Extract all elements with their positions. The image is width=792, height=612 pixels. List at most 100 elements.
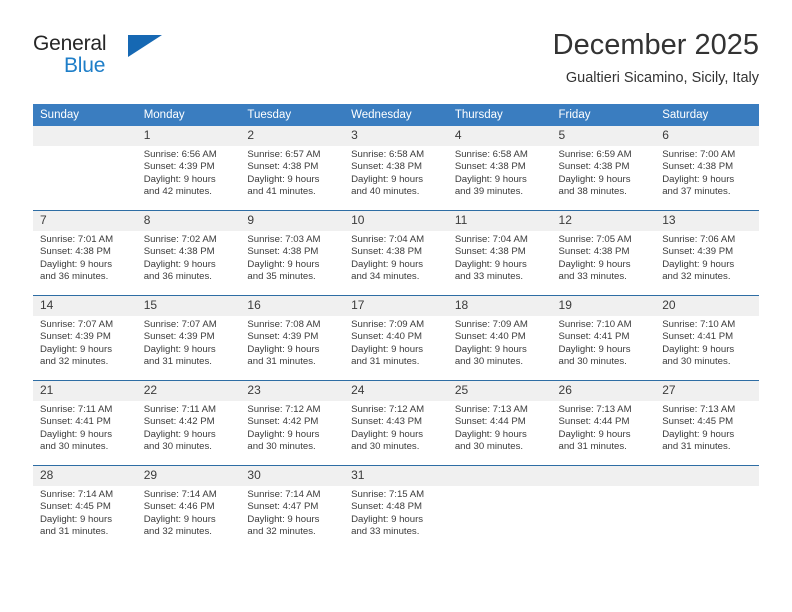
calendar-day-cell[interactable]: 7 Sunrise: 7:01 AM Sunset: 4:38 PM Daylight… <box>33 210 137 296</box>
day-info-line: Sunrise: 7:05 AM <box>558 234 632 245</box>
day-info-line: Sunrise: 7:14 AM <box>40 489 114 500</box>
day-info-line: Daylight: 9 hours <box>143 258 216 270</box>
day-info-line: Daylight: 9 hours <box>143 428 216 440</box>
calendar-day-cell[interactable]: 16 Sunrise: 7:08 AM Sunset: 4:39 PM Dayligh… <box>240 295 345 381</box>
day-info-line: Daylight: 9 hours <box>247 428 320 440</box>
calendar-day-cell[interactable]: 23 Sunrise: 7:12 AM Sunset: 4:42 PM Dayligh… <box>240 380 345 466</box>
day-number: 14 <box>33 296 137 316</box>
calendar-day-cell[interactable]: 9 Sunrise: 7:03 AM Sunset: 4:38 PM Daylight… <box>240 210 345 296</box>
calendar-day-cell[interactable]: 15 Sunrise: 7:07 AM Sunset: 4:39 PM Dayligh… <box>136 295 241 381</box>
day-info-line: Sunset: 4:45 PM <box>662 416 734 428</box>
weekday-header-sunday: Sunday <box>33 104 137 126</box>
day-sun-info: Sunrise: 7:00 AM Sunset: 4:38 PM Daylight:… <box>655 146 759 198</box>
day-sun-info: Sunrise: 7:13 AM Sunset: 4:44 PM Daylight:… <box>552 401 656 453</box>
day-info-line: Sunset: 4:38 PM <box>454 246 526 258</box>
day-number: 23 <box>240 381 345 401</box>
day-info-line: Daylight: 9 hours <box>247 173 320 185</box>
day-info-line: Sunrise: 7:15 AM <box>351 489 425 500</box>
calendar-day-cell[interactable]: 6 Sunrise: 7:00 AM Sunset: 4:38 PM Daylight… <box>655 126 759 211</box>
weekday-header-saturday: Saturday <box>655 104 759 126</box>
day-info-line: Sunset: 4:38 PM <box>351 246 423 258</box>
day-sun-info: Sunrise: 7:12 AM Sunset: 4:43 PM Daylight:… <box>344 401 448 453</box>
day-info-line: and 31 minutes. <box>247 355 316 367</box>
calendar-day-cell[interactable]: 31 Sunrise: 7:15 AM Sunset: 4:48 PM Dayligh… <box>344 465 448 550</box>
day-sun-info: Sunrise: 7:10 AM Sunset: 4:41 PM Daylight:… <box>552 316 656 368</box>
day-info-line: Sunrise: 6:56 AM <box>143 149 217 160</box>
day-info-line: Sunrise: 7:14 AM <box>247 489 321 500</box>
calendar-week-row: 1 Sunrise: 6:56 AM Sunset: 4:39 PM Daylight… <box>33 126 759 211</box>
day-sun-info: Sunrise: 6:58 AM Sunset: 4:38 PM Daylight:… <box>448 146 552 198</box>
day-sun-info: Sunrise: 7:13 AM Sunset: 4:45 PM Daylight:… <box>655 401 759 453</box>
day-info-line: Daylight: 9 hours <box>558 173 631 185</box>
day-number: 4 <box>447 126 552 146</box>
day-sun-info <box>655 486 759 489</box>
day-info-line: and 32 minutes. <box>40 355 109 367</box>
day-number: 19 <box>551 296 656 316</box>
calendar-day-cell[interactable]: 28 Sunrise: 7:14 AM Sunset: 4:45 PM Dayligh… <box>33 465 137 550</box>
calendar-day-cell[interactable]: 13 Sunrise: 7:06 AM Sunset: 4:39 PM Dayligh… <box>655 210 759 296</box>
day-number: 31 <box>344 466 448 486</box>
calendar-day-cell[interactable]: 30 Sunrise: 7:14 AM Sunset: 4:47 PM Dayligh… <box>240 465 345 550</box>
day-number: 8 <box>136 211 241 231</box>
day-sun-info: Sunrise: 7:07 AM Sunset: 4:39 PM Daylight:… <box>33 316 137 368</box>
logo-triangle-icon <box>128 35 162 57</box>
day-info-line: Sunset: 4:44 PM <box>454 416 526 428</box>
calendar-day-cell[interactable]: 8 Sunrise: 7:02 AM Sunset: 4:38 PM Daylight… <box>136 210 241 296</box>
day-sun-info: Sunrise: 6:58 AM Sunset: 4:38 PM Daylight:… <box>344 146 448 198</box>
calendar-day-cell[interactable]: 25 Sunrise: 7:13 AM Sunset: 4:44 PM Dayligh… <box>447 380 552 466</box>
day-info-line: Sunset: 4:38 PM <box>558 161 630 173</box>
day-number: 6 <box>655 126 759 146</box>
day-info-line: and 31 minutes. <box>351 355 420 367</box>
day-info-line: and 30 minutes. <box>558 355 627 367</box>
day-number: 25 <box>447 381 552 401</box>
day-info-line: Daylight: 9 hours <box>454 173 527 185</box>
generalblue-logo[interactable]: General Blue <box>33 32 163 86</box>
day-info-line: Sunrise: 6:57 AM <box>247 149 321 160</box>
calendar-day-cell[interactable]: 19 Sunrise: 7:10 AM Sunset: 4:41 PM Dayligh… <box>551 295 656 381</box>
calendar-day-cell[interactable]: 26 Sunrise: 7:13 AM Sunset: 4:44 PM Dayligh… <box>551 380 656 466</box>
calendar-day-cell[interactable]: 5 Sunrise: 6:59 AM Sunset: 4:38 PM Daylight… <box>551 126 656 211</box>
day-info-line: Sunset: 4:41 PM <box>558 331 630 343</box>
calendar-day-cell[interactable]: 2 Sunrise: 6:57 AM Sunset: 4:38 PM Daylight… <box>240 126 345 211</box>
calendar-day-cell[interactable]: 10 Sunrise: 7:04 AM Sunset: 4:38 PM Dayligh… <box>344 210 448 296</box>
day-info-line: and 32 minutes. <box>247 525 316 537</box>
day-info-line: Sunrise: 7:08 AM <box>247 319 321 330</box>
day-info-line: Sunrise: 7:13 AM <box>454 404 528 415</box>
page-subtitle: Gualtieri Sicamino, Sicily, Italy <box>565 70 759 86</box>
day-sun-info: Sunrise: 7:07 AM Sunset: 4:39 PM Daylight:… <box>137 316 241 368</box>
calendar-day-cell[interactable]: 18 Sunrise: 7:09 AM Sunset: 4:40 PM Dayligh… <box>447 295 552 381</box>
day-sun-info: Sunrise: 6:57 AM Sunset: 4:38 PM Daylight:… <box>240 146 344 198</box>
day-info-line: Sunset: 4:40 PM <box>351 331 423 343</box>
day-info-line: and 35 minutes. <box>247 270 316 282</box>
calendar-page: General Blue December 2025 Gualtieri Sic… <box>0 0 792 612</box>
calendar-day-cell[interactable]: 3 Sunrise: 6:58 AM Sunset: 4:38 PM Daylight… <box>344 126 448 211</box>
calendar-day-cell[interactable]: 17 Sunrise: 7:09 AM Sunset: 4:40 PM Dayligh… <box>344 295 448 381</box>
day-info-line: Sunrise: 7:13 AM <box>558 404 632 415</box>
calendar-day-cell[interactable]: 22 Sunrise: 7:11 AM Sunset: 4:42 PM Dayligh… <box>136 380 241 466</box>
calendar-day-cell[interactable]: 29 Sunrise: 7:14 AM Sunset: 4:46 PM Dayligh… <box>136 465 241 550</box>
day-info-line: Sunrise: 7:14 AM <box>143 489 217 500</box>
day-info-line: and 30 minutes. <box>40 440 109 452</box>
calendar-day-cell[interactable]: 21 Sunrise: 7:11 AM Sunset: 4:41 PM Dayligh… <box>33 380 137 466</box>
title-block: December 2025 Gualtieri Sicamino, Sicily… <box>553 28 759 88</box>
day-number: 20 <box>655 296 759 316</box>
day-sun-info: Sunrise: 7:14 AM Sunset: 4:46 PM Daylight:… <box>137 486 241 538</box>
day-info-line: and 30 minutes. <box>454 440 524 452</box>
day-sun-info <box>33 146 137 149</box>
day-number <box>655 466 759 486</box>
calendar-day-cell[interactable]: 14 Sunrise: 7:07 AM Sunset: 4:39 PM Dayligh… <box>33 295 137 381</box>
day-info-line: Sunset: 4:42 PM <box>143 416 215 428</box>
calendar-day-cell[interactable]: 27 Sunrise: 7:13 AM Sunset: 4:45 PM Dayligh… <box>655 380 759 466</box>
day-info-line: Daylight: 9 hours <box>351 428 424 440</box>
day-info-line: Daylight: 9 hours <box>558 428 631 440</box>
calendar-day-cell[interactable]: 20 Sunrise: 7:10 AM Sunset: 4:41 PM Dayligh… <box>655 295 759 381</box>
calendar-day-cell[interactable]: 12 Sunrise: 7:05 AM Sunset: 4:38 PM Dayligh… <box>551 210 656 296</box>
day-sun-info: Sunrise: 7:10 AM Sunset: 4:41 PM Daylight:… <box>655 316 759 368</box>
calendar-day-cell[interactable]: 1 Sunrise: 6:56 AM Sunset: 4:39 PM Daylight… <box>136 126 241 211</box>
calendar-grid: Sunday Monday Tuesday Wednesday Thursday Frid… <box>33 104 759 550</box>
day-sun-info: Sunrise: 7:04 AM Sunset: 4:38 PM Daylight:… <box>344 231 448 283</box>
day-info-line: Sunset: 4:39 PM <box>40 331 111 343</box>
calendar-day-cell[interactable]: 11 Sunrise: 7:04 AM Sunset: 4:38 PM Dayligh… <box>447 210 552 296</box>
calendar-day-cell[interactable]: 4 Sunrise: 6:58 AM Sunset: 4:38 PM Daylight… <box>447 126 552 211</box>
calendar-day-cell[interactable]: 24 Sunrise: 7:12 AM Sunset: 4:43 PM Dayligh… <box>344 380 448 466</box>
